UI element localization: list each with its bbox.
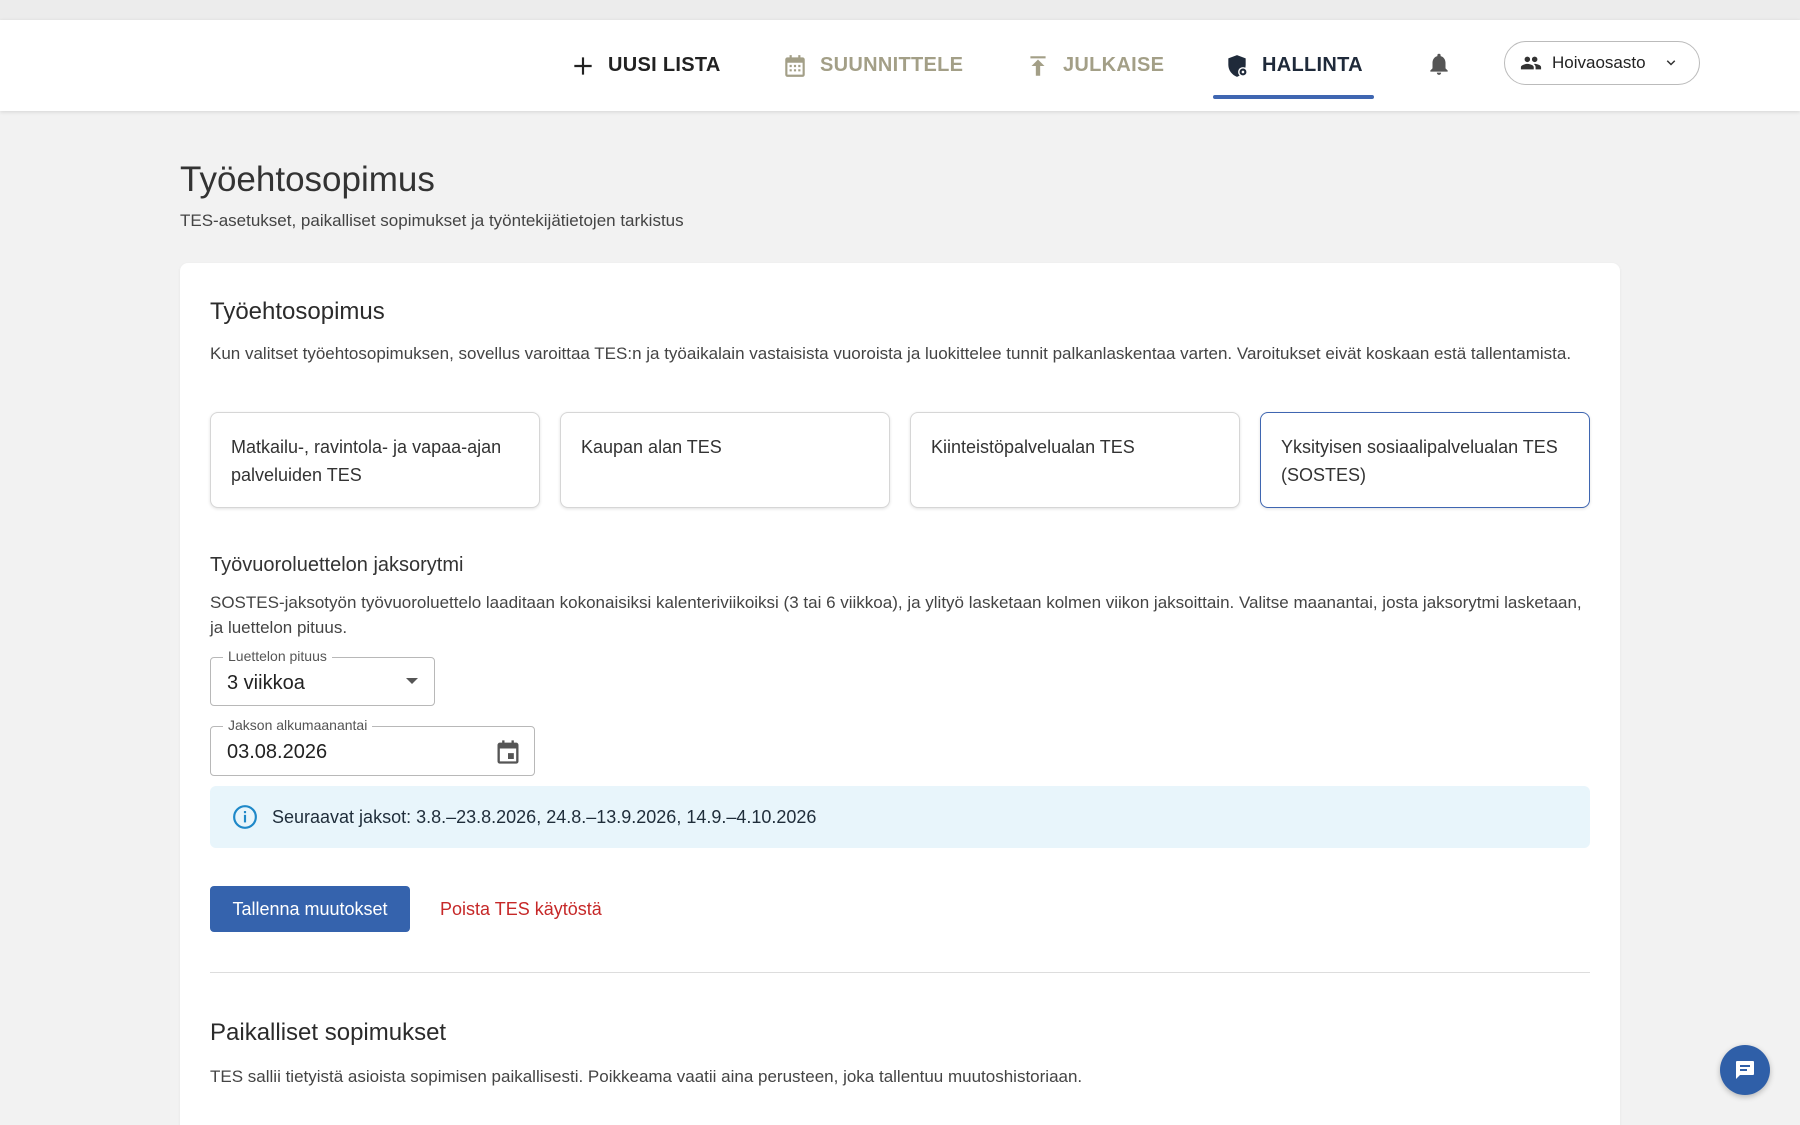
list-length-label: Luettelon pituus xyxy=(223,648,332,664)
nav-admin-label: HALLINTA xyxy=(1262,54,1363,76)
calendar-icon[interactable] xyxy=(494,738,522,766)
tes-section-title: Työehtosopimus xyxy=(210,298,385,325)
nav-plan[interactable]: SUUNNITTELE xyxy=(782,20,963,111)
nav-new-list-label: UUSI LISTA xyxy=(608,54,721,76)
local-agreements-description: TES sallii tietyistä asioista sopimisen … xyxy=(210,1067,1083,1086)
tes-option-kiinteisto[interactable]: Kiinteistöpalvelualan TES xyxy=(910,412,1240,508)
tes-option-label: Yksityisen sosiaalipalvelualan TES (SOST… xyxy=(1281,437,1558,485)
info-icon xyxy=(233,805,257,829)
active-tab-indicator xyxy=(1213,95,1374,99)
period-start-date-field[interactable]: Jakson alkumaanantai 03.08.2026 xyxy=(210,717,535,776)
calendar-icon xyxy=(782,53,808,79)
section-divider xyxy=(210,972,1590,973)
tes-option-kauppa[interactable]: Kaupan alan TES xyxy=(560,412,890,508)
tes-option-label: Matkailu-, ravintola- ja vapaa-ajan palv… xyxy=(231,437,502,485)
tes-option-sostes[interactable]: Yksityisen sosiaalipalvelualan TES (SOST… xyxy=(1260,412,1590,508)
nav-publish[interactable]: JULKAISE xyxy=(1025,20,1164,111)
period-start-value: 03.08.2026 xyxy=(227,741,328,763)
plus-icon xyxy=(570,53,596,79)
period-section-title: Työvuoroluettelon jaksorytmi xyxy=(210,554,464,576)
nav-plan-label: SUUNNITTELE xyxy=(820,54,964,76)
chat-button[interactable] xyxy=(1720,1045,1770,1095)
period-start-label: Jakson alkumaanantai xyxy=(223,717,373,733)
save-button[interactable]: Tallenna muutokset xyxy=(210,886,410,932)
dropdown-caret-icon xyxy=(406,678,418,684)
local-agreements-title: Paikalliset sopimukset xyxy=(210,1019,447,1046)
publish-icon xyxy=(1025,53,1051,79)
period-section-description: SOSTES-jaksotyön työvuoroluettelo laadit… xyxy=(210,593,1582,637)
top-strip xyxy=(0,0,1800,20)
list-length-value: 3 viikkoa xyxy=(227,672,305,694)
periods-info-text: Seuraavat jaksot: 3.8.–23.8.2026, 24.8.–… xyxy=(272,806,817,827)
tes-option-matkailu[interactable]: Matkailu-, ravintola- ja vapaa-ajan palv… xyxy=(210,412,540,508)
admin-shield-icon xyxy=(1224,53,1250,79)
settings-card: Työehtosopimus Kun valitset työehtosopim… xyxy=(180,263,1620,1125)
nav-publish-label: JULKAISE xyxy=(1063,54,1165,76)
tes-section-description: Kun valitset työehtosopimuksen, sovellus… xyxy=(210,344,1572,363)
people-icon xyxy=(1520,56,1542,70)
chevron-down-icon xyxy=(1666,60,1675,66)
tes-option-label: Kiinteistöpalvelualan TES xyxy=(931,437,1135,457)
chat-icon xyxy=(1736,1061,1754,1079)
tes-option-label: Kaupan alan TES xyxy=(581,437,722,457)
list-length-select[interactable]: Luettelon pituus 3 viikkoa xyxy=(210,648,435,706)
page-title: Työehtosopimus xyxy=(180,160,435,199)
nav-new-list[interactable]: UUSI LISTA xyxy=(570,20,721,111)
remove-tes-button[interactable]: Poista TES käytöstä xyxy=(440,886,602,932)
department-selector[interactable]: Hoivaosasto xyxy=(1504,41,1700,85)
bell-icon[interactable] xyxy=(1426,51,1452,77)
department-label: Hoivaosasto xyxy=(1552,53,1646,72)
page-subtitle: TES-asetukset, paikalliset sopimukset ja… xyxy=(180,211,684,230)
periods-info-banner: Seuraavat jaksot: 3.8.–23.8.2026, 24.8.–… xyxy=(210,786,1590,848)
